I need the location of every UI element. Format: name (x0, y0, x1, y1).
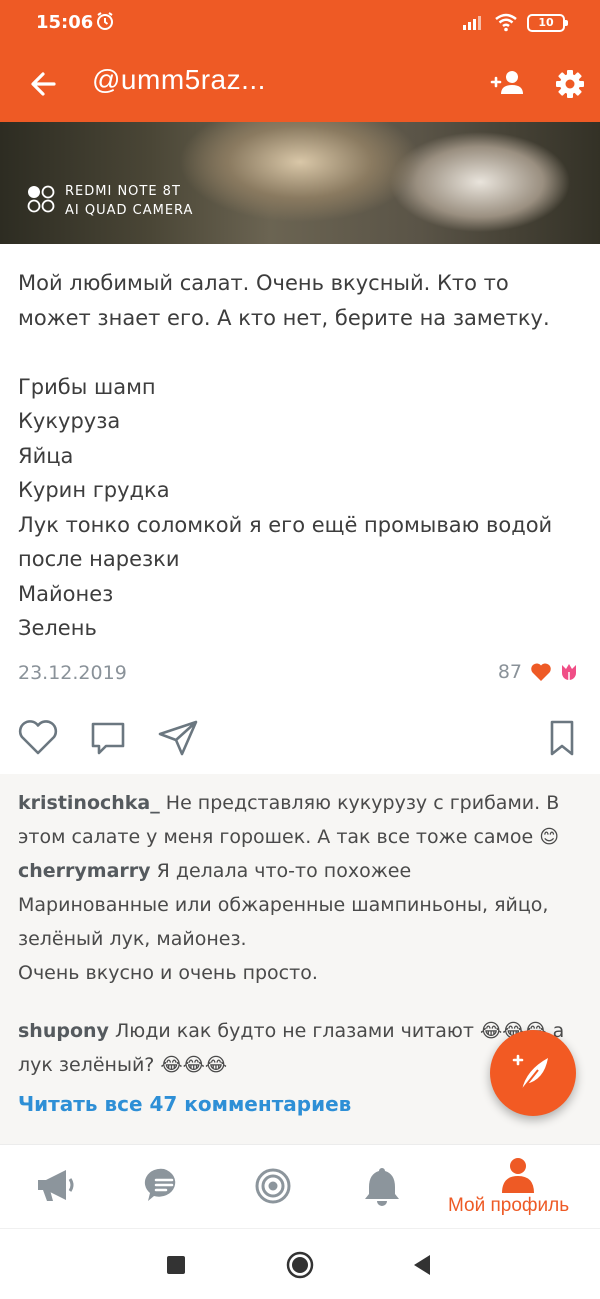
comment-item[interactable]: cherrymarry Я делала что-то похожее Мари… (18, 854, 588, 990)
post-line: Курин грудка (18, 478, 170, 502)
comment-author[interactable]: shupony (18, 1020, 109, 1042)
share-icon[interactable] (156, 716, 200, 760)
bookmark-icon[interactable] (540, 716, 584, 760)
bottom-navigation: Мой профиль (0, 1144, 600, 1228)
post-line: Лук тонко соломкой я его ещё промываю во… (18, 512, 553, 537)
alarm-icon (97, 12, 113, 30)
tulip-reaction-icon (562, 664, 576, 680)
write-post-button[interactable] (490, 1030, 576, 1116)
watermark-line-2: AI QUAD CAMERA (65, 203, 194, 218)
page-title: @umm5raz... (92, 64, 266, 95)
post-line: Зелень (18, 616, 97, 640)
add-friend-icon[interactable] (488, 64, 528, 104)
profile-icon[interactable] (498, 1155, 538, 1195)
gear-icon[interactable] (550, 64, 590, 104)
system-navigation-bar (0, 1228, 600, 1299)
signal-icon (463, 16, 481, 30)
target-icon[interactable] (254, 1167, 292, 1205)
likes-summary[interactable]: 87 (498, 661, 580, 683)
comment-text: зелёный лук, майонез. (18, 928, 247, 950)
comment-author[interactable]: kristinochka_ (18, 792, 160, 814)
comment-text: Маринованные или обжаренные шампиньоны, … (18, 894, 549, 916)
comment-icon[interactable] (86, 716, 130, 760)
camera-watermark: REDMI NOTE 8T AI QUAD CAMERA (26, 182, 193, 220)
comment-text: Люди как будто не глазами читают 😂😂😂 а (108, 1020, 565, 1042)
status-bar: 15:06 10 (0, 0, 600, 46)
back-icon[interactable] (406, 1249, 438, 1281)
chat-icon[interactable] (144, 1165, 184, 1205)
post-line: может знает его. А кто нет, берите на за… (18, 305, 550, 330)
recents-icon[interactable] (160, 1249, 192, 1281)
read-all-comments-link[interactable]: Читать все 47 комментариев (18, 1092, 351, 1116)
post-line: Майонез (18, 581, 114, 606)
megaphone-icon[interactable] (32, 1165, 78, 1205)
comment-text: Не представляю кукурузу с грибами. В (159, 792, 560, 814)
comment-item[interactable]: kristinochka_ Не представляю кукурузу с … (18, 786, 588, 854)
camera-logo-icon (27, 185, 55, 213)
post-line: Мой любимый салат. Очень вкусный. Кто то (18, 271, 509, 295)
heart-icon[interactable] (16, 716, 60, 760)
comment-text: Я делала что-то похожее (150, 860, 412, 882)
bell-icon[interactable] (362, 1165, 402, 1207)
post-line: Яйца (18, 443, 74, 468)
home-icon[interactable] (284, 1249, 316, 1281)
post-photo[interactable]: REDMI NOTE 8T AI QUAD CAMERA (0, 122, 600, 244)
post-body: Мой любимый салат. Очень вкусный. Кто то… (18, 266, 588, 646)
post-actions (0, 716, 600, 766)
comment-author[interactable]: cherrymarry (18, 860, 151, 882)
post-line (18, 335, 588, 370)
comment-text: Очень вкусно и очень просто. (18, 962, 318, 984)
heart-reaction-icon (531, 663, 551, 681)
quill-icon (512, 1054, 548, 1091)
battery-icon: 10 (527, 14, 568, 32)
likes-count: 87 (497, 661, 522, 683)
app-bar: @umm5raz... (0, 46, 600, 122)
post-date: 23.12.2019 (18, 662, 127, 684)
comment-text: этом салате у меня горошек. А так все то… (18, 826, 560, 848)
nav-profile-label[interactable]: Мой профиль (448, 1195, 569, 1217)
back-arrow-icon[interactable] (24, 64, 64, 104)
wifi-icon (495, 13, 517, 32)
post-line: Кукуруза (18, 409, 121, 433)
post-line: после нарезки (18, 547, 180, 571)
post-line: Грибы шамп (18, 374, 156, 399)
watermark-line-1: REDMI NOTE 8T (65, 184, 181, 199)
status-time: 15:06 (36, 12, 94, 33)
